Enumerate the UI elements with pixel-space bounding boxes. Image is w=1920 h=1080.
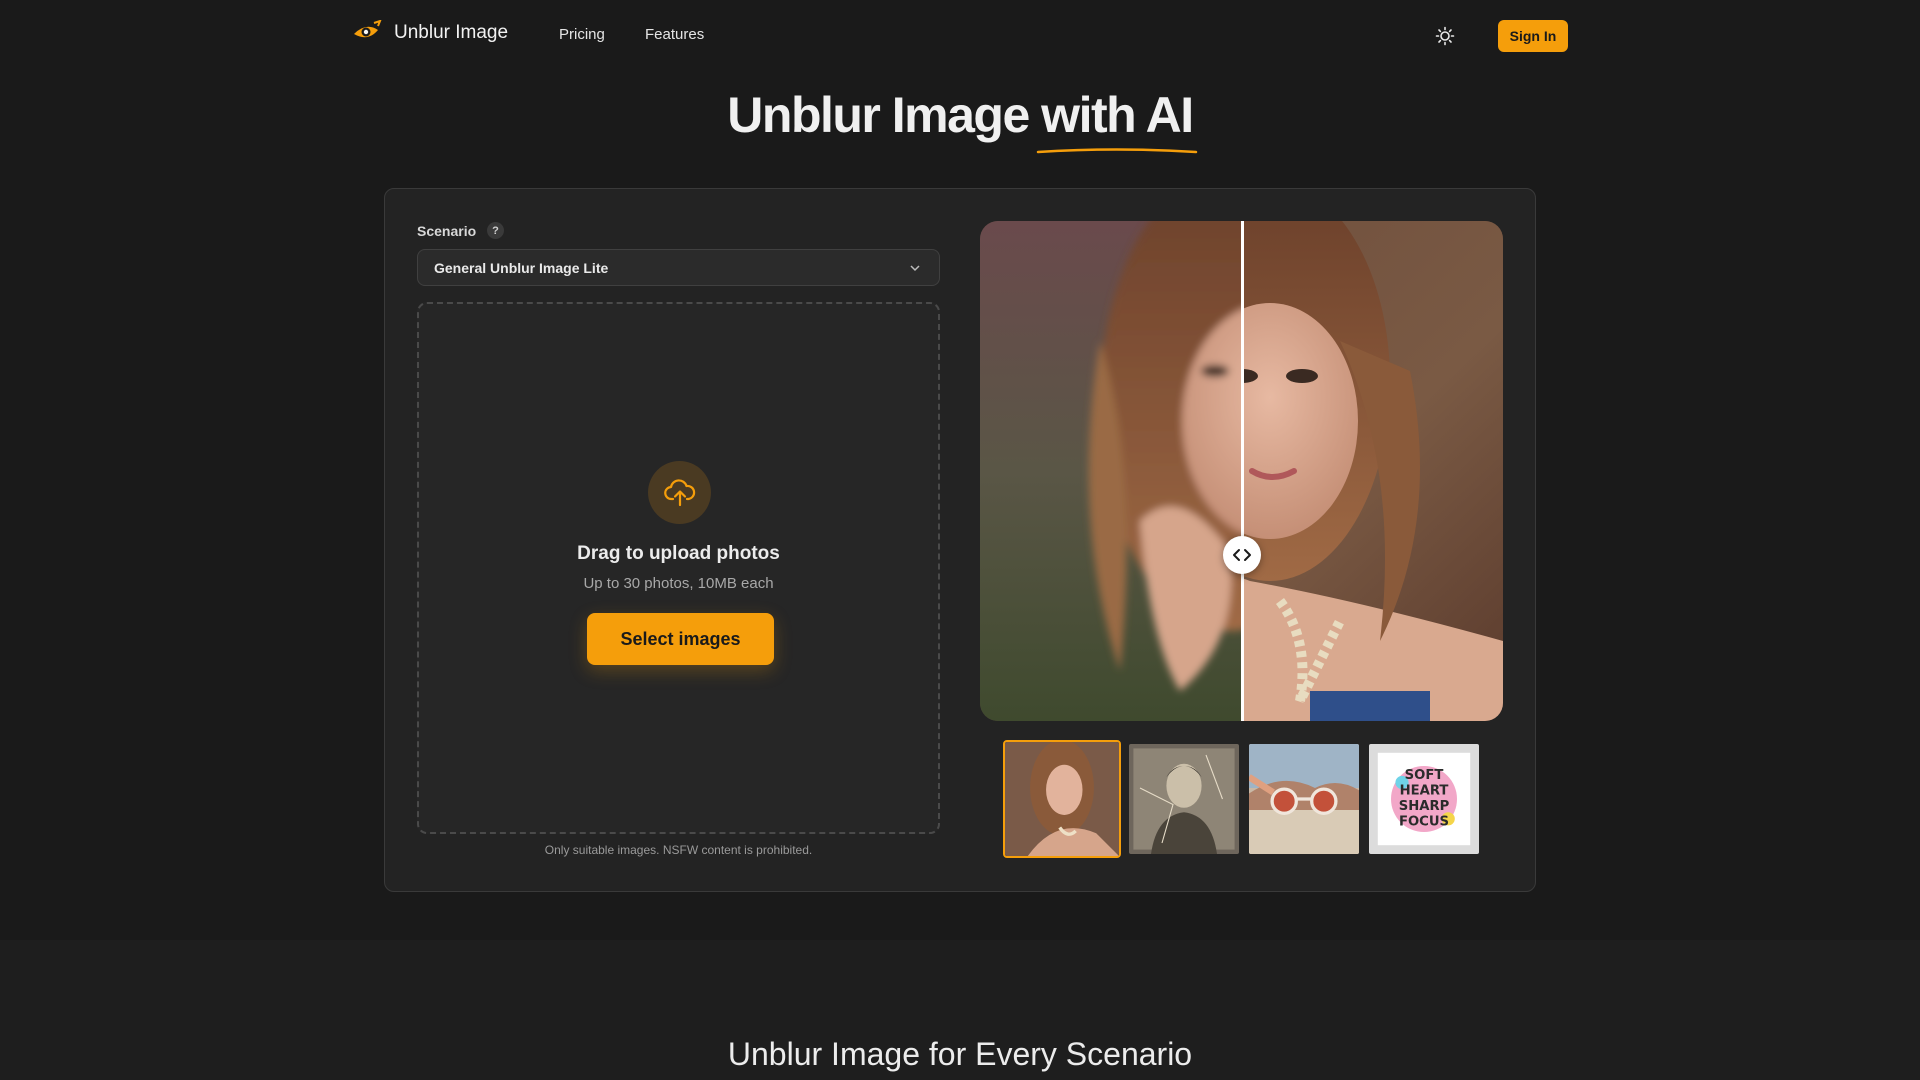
page-title: Unblur Image with AI (0, 86, 1920, 144)
comparison-divider (1241, 221, 1244, 721)
before-after-comparison[interactable] (980, 221, 1503, 721)
logo-eye-icon (354, 20, 382, 38)
scenario-select-value: General Unblur Image Lite (434, 259, 609, 276)
unblur-tool-card: Scenario ? General Unblur Image Lite Dra… (384, 188, 1536, 892)
sticker-text-2: HEART (1400, 784, 1449, 799)
arrows-left-right-icon (1233, 549, 1251, 561)
sticker-text-4: FOCUS (1399, 814, 1449, 829)
page-title-main: Unblur Image (727, 87, 1042, 143)
theme-toggle-button[interactable] (1434, 25, 1456, 47)
nav-link-features[interactable]: Features (645, 26, 704, 43)
chevron-down-icon (910, 265, 920, 272)
sign-in-button[interactable]: Sign In (1498, 20, 1568, 52)
sample-thumb-sunglasses[interactable] (1247, 742, 1361, 856)
sticker-text-3: SHARP (1399, 799, 1450, 814)
sample-thumb-sticker[interactable]: SOFT HEART SHARP FOCUS (1367, 742, 1481, 856)
upload-dropzone[interactable]: Drag to upload photos Up to 30 photos, 1… (417, 302, 940, 834)
page-title-accent: with AI (1041, 87, 1194, 143)
upload-title: Drag to upload photos (577, 543, 780, 564)
select-images-button[interactable]: Select images (587, 613, 774, 665)
title-underline (1036, 148, 1198, 154)
section-title: Unblur Image for Every Scenario (727, 1036, 1193, 1072)
comparison-slider-handle[interactable] (1223, 536, 1261, 574)
sample-thumbnails: SOFT HEART SHARP FOCUS (1003, 740, 1481, 858)
brand-name: Unblur Image (394, 22, 509, 43)
sample-thumb-portrait[interactable] (1003, 740, 1121, 858)
upload-subtitle: Up to 30 photos, 10MB each (583, 575, 774, 592)
sticker-text-1: SOFT (1405, 768, 1444, 783)
scenario-select[interactable]: General Unblur Image Lite (417, 249, 940, 286)
scenario-label: Scenario (417, 223, 477, 239)
nsfw-note: Only suitable images. NSFW content is pr… (544, 843, 813, 857)
cloud-upload-icon (663, 478, 695, 506)
sample-thumb-old-photo[interactable] (1127, 742, 1241, 856)
upload-icon-circle (648, 461, 711, 524)
brand-logo[interactable]: Unblur Image (352, 20, 508, 46)
help-icon[interactable]: ? (487, 222, 504, 239)
sun-icon (1435, 26, 1455, 46)
nav-link-pricing[interactable]: Pricing (559, 26, 605, 43)
top-nav: Unblur Image Pricing Features Sign In (0, 0, 1920, 72)
